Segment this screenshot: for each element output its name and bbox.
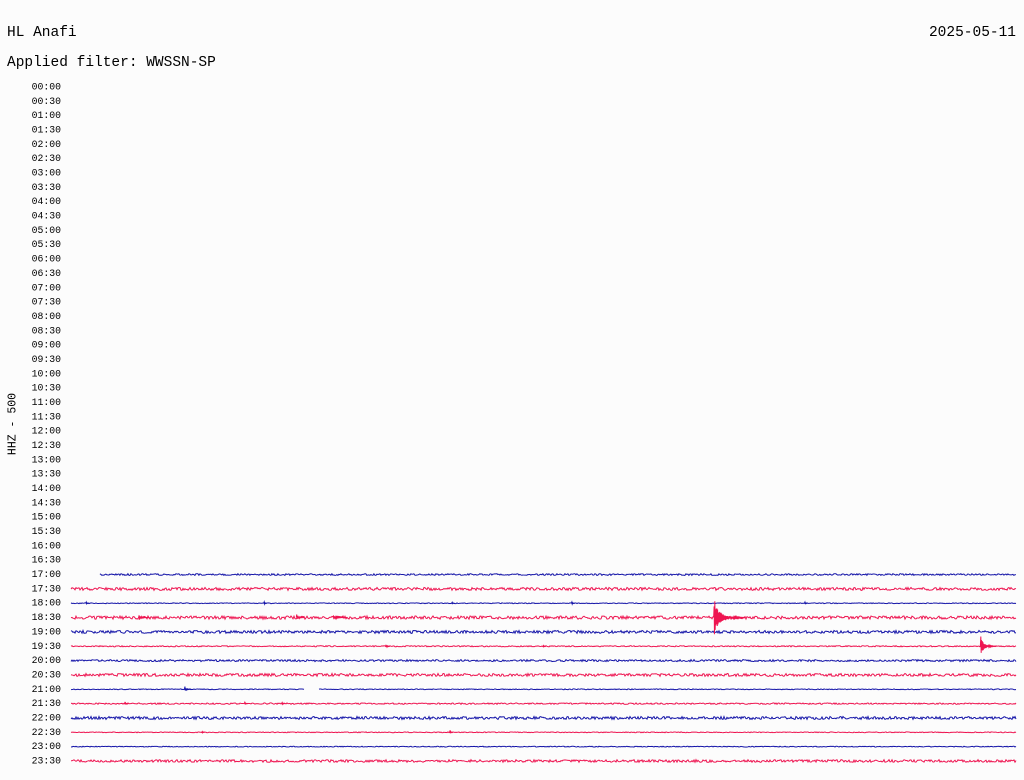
y-tick-label: 23:30: [32, 755, 62, 766]
trace-18-30: [70, 614, 1017, 621]
y-tick-label: 11:30: [32, 411, 62, 422]
trace-19-00: [70, 629, 1017, 635]
trace-23-00: [70, 745, 1017, 748]
event-wave: [979, 636, 997, 653]
event-wave: [570, 600, 575, 606]
y-tick-label: 12:00: [32, 426, 62, 437]
trace-20-30: [70, 672, 1017, 678]
event-wave: [124, 701, 129, 705]
y-tick-label: 00:00: [32, 82, 62, 93]
event-wave: [713, 601, 746, 635]
helicorder-chart: HL Anafi 2025-05-11 Applied filter: WWSS…: [7, 25, 1017, 767]
y-tick-label: 05:00: [32, 225, 62, 236]
y-tick-label: 19:00: [32, 626, 62, 637]
filter-label: Applied filter: WWSSN-SP: [7, 55, 216, 71]
y-tick-label: 20:00: [32, 655, 62, 666]
y-tick-label: 02:30: [32, 153, 62, 164]
trace-17-30: [70, 586, 1017, 592]
helicorder-page: HL Anafi 2025-05-11 Applied filter: WWSS…: [0, 0, 1024, 780]
date-label: 2025-05-11: [929, 25, 1016, 41]
y-tick-label: 20:30: [32, 669, 62, 680]
y-tick-label: 09:00: [32, 340, 62, 351]
y-tick-label: 02:00: [32, 139, 62, 150]
y-tick-label: 15:00: [32, 512, 62, 523]
y-tick-label: 16:00: [32, 540, 62, 551]
y-axis-label: HHZ - 500: [7, 393, 20, 455]
event-wave: [385, 644, 390, 649]
y-tick-label: 01:30: [32, 125, 62, 136]
trace-17-00: [99, 572, 1016, 577]
y-tick-label: 10:00: [32, 368, 62, 379]
y-tick-labels: 00:00 00:30 01:00 01:30 02:00 02:30 03:00 03:30…: [32, 82, 62, 767]
y-tick-label: 06:00: [32, 254, 62, 265]
trace-lines: [70, 572, 1017, 764]
y-tick-label: 11:00: [32, 397, 62, 408]
y-tick-label: 09:30: [32, 354, 62, 365]
y-tick-label: 07:00: [32, 282, 62, 293]
y-tick-label: 21:00: [32, 684, 62, 695]
event-waves: [85, 600, 997, 734]
trace-21-30: [70, 702, 1017, 706]
trace-23-30: [70, 758, 1017, 764]
event-wave: [85, 600, 90, 606]
y-tick-label: 17:30: [32, 583, 62, 594]
event-wave: [243, 700, 248, 705]
event-wave: [263, 600, 268, 606]
y-tick-label: 06:30: [32, 268, 62, 279]
y-tick-label: 07:30: [32, 297, 62, 308]
trace-22-30: [70, 731, 1017, 734]
trace-21-00: [70, 688, 1017, 691]
y-tick-label: 12:30: [32, 440, 62, 451]
y-tick-label: 18:30: [32, 612, 62, 623]
trace-18-00: [70, 602, 1017, 605]
y-tick-label: 22:30: [32, 727, 62, 738]
y-tick-label: 04:30: [32, 211, 62, 222]
y-tick-label: 10:30: [32, 383, 62, 394]
y-tick-label: 15:30: [32, 526, 62, 537]
y-tick-label: 19:30: [32, 641, 62, 652]
y-tick-label: 04:00: [32, 196, 62, 207]
trace-22-00: [70, 715, 1017, 721]
y-tick-label: 22:00: [32, 712, 62, 723]
y-tick-label: 17:00: [32, 569, 62, 580]
y-tick-label: 18:00: [32, 598, 62, 609]
y-tick-label: 05:30: [32, 239, 62, 250]
y-tick-label: 14:00: [32, 483, 62, 494]
y-tick-label: 16:30: [32, 555, 62, 566]
y-tick-label: 13:30: [32, 469, 62, 480]
y-tick-label: 23:00: [32, 741, 62, 752]
y-tick-label: 03:00: [32, 168, 62, 179]
y-tick-label: 00:30: [32, 96, 62, 107]
trace-20-00: [70, 658, 1017, 663]
y-tick-label: 01:00: [32, 110, 62, 121]
y-tick-label: 08:30: [32, 325, 62, 336]
y-tick-label: 08:00: [32, 311, 62, 322]
event-wave: [332, 615, 347, 620]
y-tick-label: 13:00: [32, 454, 62, 465]
y-tick-label: 21:30: [32, 698, 62, 709]
y-tick-label: 14:30: [32, 497, 62, 508]
y-tick-label: 03:30: [32, 182, 62, 193]
station-title: HL Anafi: [7, 25, 77, 41]
